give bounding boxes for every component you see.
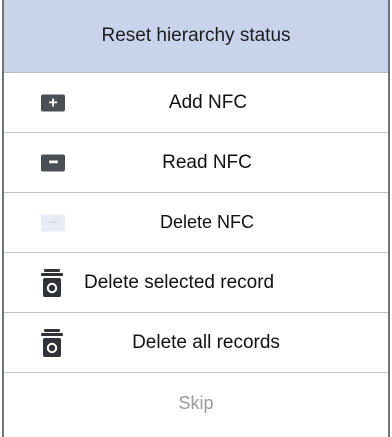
delete-all-records-label: Delete all records [132,331,280,353]
reset-hierarchy-status-option[interactable]: Reset hierarchy status [4,0,388,73]
delete-selected-record-option[interactable]: Delete selected record [4,253,388,313]
delete-nfc-option[interactable]: − Delete NFC [4,193,388,253]
delete-selected-record-label: Delete selected record [84,271,275,293]
read-nfc-option[interactable]: ••• Read NFC [4,133,388,193]
read-nfc-label: Read NFC [162,151,252,173]
add-nfc-label: Add NFC [168,91,248,113]
skip-label: Skip [178,392,214,413]
delete-all-records-option[interactable]: Delete all records [4,313,388,373]
add-nfc-option[interactable]: + Add NFC [4,73,388,133]
header-label: Reset hierarchy status [101,25,291,46]
action-menu: Reset hierarchy status + Add NFC ••• Rea… [2,0,390,437]
trash-icon [40,268,64,298]
skip-button[interactable]: Skip [4,373,388,433]
delete-nfc-label: Delete NFC [159,212,255,232]
